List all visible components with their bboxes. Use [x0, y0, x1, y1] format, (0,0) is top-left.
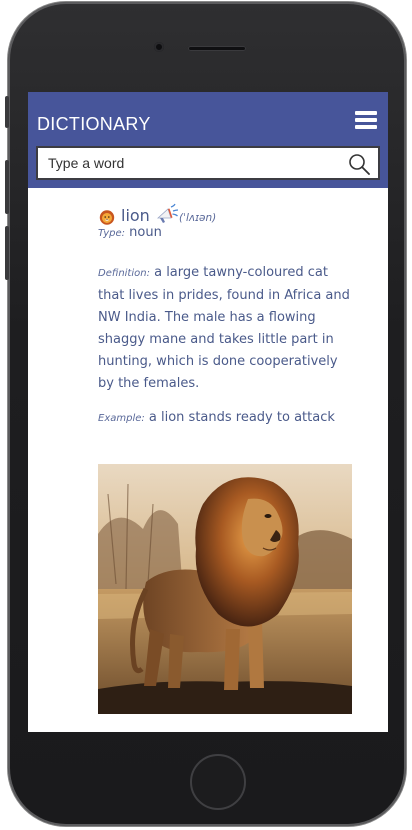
- search-bar: [36, 146, 380, 180]
- example-value: a lion stands ready to attack: [148, 410, 335, 425]
- app-title: DICTIONARY: [37, 114, 151, 134]
- earpiece-speaker: [188, 46, 246, 51]
- app-screen: DICTIONARY lion: [28, 92, 388, 732]
- search-icon[interactable]: [348, 153, 370, 175]
- word-example: Example: a lion stands ready to attack: [98, 407, 335, 430]
- type-label: Type:: [98, 228, 126, 239]
- app-header: DICTIONARY: [28, 92, 388, 188]
- example-label: Example:: [98, 413, 145, 424]
- search-input[interactable]: [40, 150, 348, 176]
- volume-down-button: [5, 226, 9, 280]
- hamburger-menu-icon[interactable]: [355, 111, 377, 129]
- mute-switch: [5, 96, 9, 128]
- word-definition: Definition: a large tawny-coloured cat t…: [98, 262, 356, 395]
- pronunciation: (ˈlʌɪən): [179, 212, 217, 224]
- definition-label: Definition:: [98, 268, 150, 279]
- volume-up-button: [5, 160, 9, 214]
- lion-image: [98, 464, 352, 714]
- word-type: Type: noun: [98, 222, 162, 245]
- front-camera: [154, 42, 164, 52]
- home-button[interactable]: [190, 754, 246, 810]
- definition-value: a large tawny-coloured cat that lives in…: [98, 265, 350, 391]
- type-value: noun: [129, 225, 162, 240]
